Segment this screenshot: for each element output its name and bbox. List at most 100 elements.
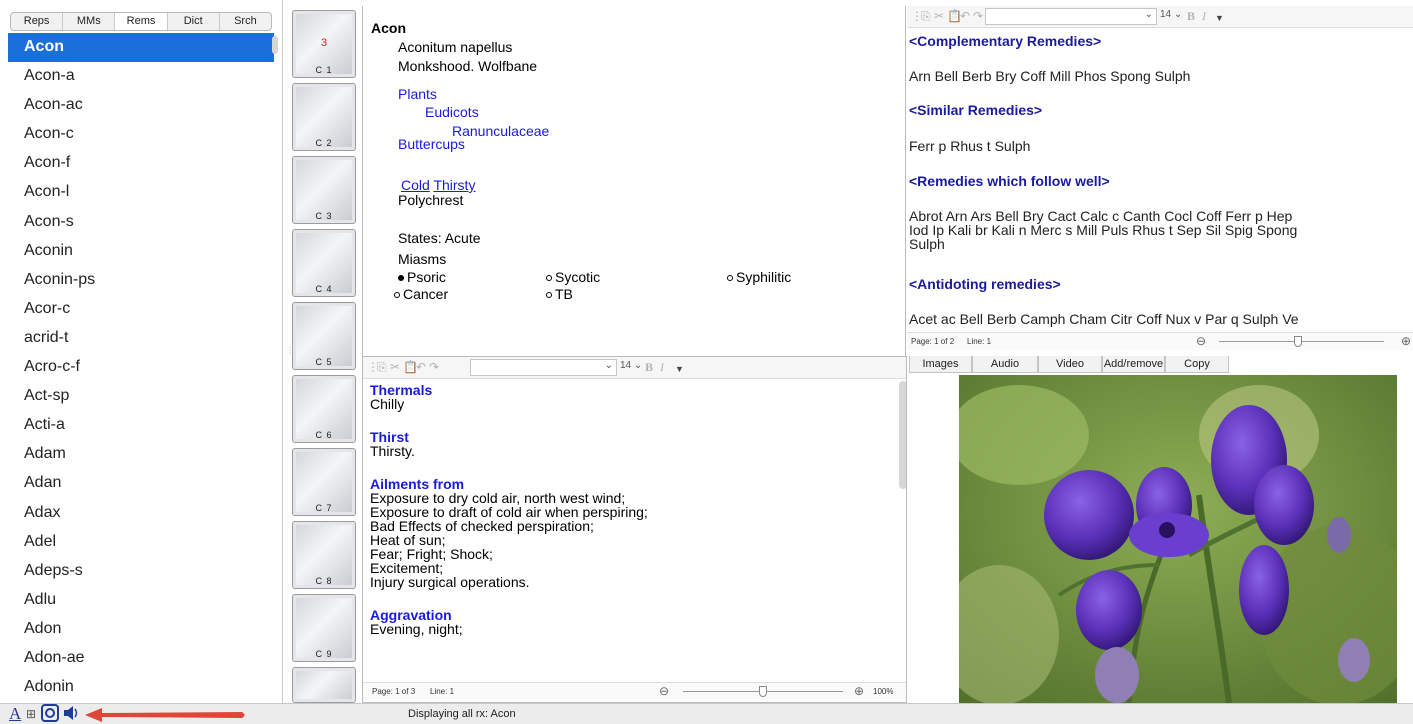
zoom-in-icon[interactable]: ⊕ bbox=[1401, 334, 1411, 348]
bold-button[interactable]: B bbox=[1187, 9, 1195, 24]
list-item[interactable]: Adon-ae bbox=[8, 644, 274, 673]
font-select[interactable]: ⌄ bbox=[985, 8, 1157, 25]
materia-medica-editor: ⋮ ⎘ ✂ 📋 ↶ ↷ ⌄ 14 ⌄ B I ▼ Thermals Chilly… bbox=[362, 356, 907, 703]
tab-mms[interactable]: MMs bbox=[63, 13, 116, 30]
undo-icon[interactable]: ↶ bbox=[416, 360, 426, 374]
zoom-in-icon[interactable]: ⊕ bbox=[854, 684, 864, 698]
column-button-c5[interactable]: C 5 bbox=[292, 302, 356, 370]
sidebar-scrollbar[interactable] bbox=[272, 36, 278, 54]
miasm-cancer[interactable]: Cancer bbox=[394, 286, 448, 302]
italic-button[interactable]: I bbox=[660, 360, 664, 375]
cut-icon[interactable]: ✂ bbox=[390, 360, 400, 374]
remedy-common-name: Monkshood. Wolfbane bbox=[398, 58, 538, 74]
list-item[interactable]: Adan bbox=[8, 469, 274, 498]
font-select[interactable]: ⌄ bbox=[470, 359, 617, 376]
zoom-out-icon[interactable]: ⊖ bbox=[1196, 334, 1206, 348]
remedy-list: Acon Acon-a Acon-ac Acon-c Acon-f Acon-l… bbox=[8, 33, 274, 703]
zoom-slider-thumb[interactable] bbox=[1294, 336, 1302, 347]
zoom-out-icon[interactable]: ⊖ bbox=[659, 684, 669, 698]
list-item[interactable]: Adam bbox=[8, 440, 274, 469]
target-icon[interactable] bbox=[41, 704, 59, 724]
text-line: Thirsty. bbox=[370, 443, 415, 459]
list-item[interactable]: Adeps-s bbox=[8, 557, 274, 586]
antidote-list: Acet ac Bell Berb Camph Cham Citr Coff N… bbox=[909, 311, 1299, 327]
relations-toolbar: ⋮ ⎘ ✂ 📋 ↶ ↷ ⌄ 14 ⌄ B I ▼ bbox=[907, 6, 1413, 28]
tab-copy[interactable]: Copy bbox=[1165, 356, 1229, 373]
list-item[interactable]: Aconin-ps bbox=[8, 266, 274, 295]
list-item[interactable]: Adel bbox=[8, 528, 274, 557]
italic-button[interactable]: I bbox=[1202, 9, 1206, 24]
list-item[interactable]: Acon-s bbox=[8, 208, 274, 237]
list-item[interactable]: Adlu bbox=[8, 586, 274, 615]
tab-srch[interactable]: Srch bbox=[220, 13, 271, 30]
column-button-c9[interactable]: C 9 bbox=[292, 594, 356, 662]
more-icon[interactable]: ▼ bbox=[1215, 13, 1224, 23]
miasm-label: Cancer bbox=[403, 286, 449, 302]
list-item[interactable]: Acon-a bbox=[8, 62, 274, 91]
list-item[interactable]: Aconin bbox=[8, 237, 274, 266]
tab-video[interactable]: Video bbox=[1038, 356, 1102, 373]
remedy-info-panel: Acon Aconitum napellus Monkshood. Wolfba… bbox=[362, 6, 906, 356]
column-button-c2[interactable]: C 2 bbox=[292, 83, 356, 151]
tab-audio[interactable]: Audio bbox=[972, 356, 1038, 373]
list-item[interactable]: Acor-c bbox=[8, 295, 274, 324]
list-item[interactable]: Adon bbox=[8, 615, 274, 644]
list-item[interactable]: Acon-ac bbox=[8, 91, 274, 120]
cut-icon[interactable]: ✂ bbox=[934, 9, 944, 23]
keyword-cold-link[interactable]: Cold bbox=[401, 177, 430, 193]
list-item[interactable]: Acro-c-f bbox=[8, 353, 274, 382]
tab-rems[interactable]: Rems bbox=[115, 13, 168, 30]
list-item[interactable]: Acti-a bbox=[8, 411, 274, 440]
tab-images[interactable]: Images bbox=[909, 356, 972, 373]
list-item[interactable]: acrid-t bbox=[8, 324, 274, 353]
list-item[interactable]: Adax bbox=[8, 499, 274, 528]
miasm-syphilitic[interactable]: Syphilitic bbox=[727, 269, 791, 285]
list-item[interactable]: Acon-l bbox=[8, 178, 274, 207]
follow-list: Iod Ip Kali br Kali n Merc s Mill Puls R… bbox=[909, 222, 1298, 238]
font-size-select[interactable]: 14 ⌄ bbox=[620, 360, 642, 371]
list-item[interactable]: Acon-f bbox=[8, 149, 274, 178]
zoom-slider-thumb[interactable] bbox=[759, 686, 767, 697]
copy-icon[interactable]: ⎘ bbox=[377, 360, 387, 375]
tree-icon[interactable]: ⊞ bbox=[26, 707, 36, 721]
keyword-thirsty-link[interactable]: Thirsty bbox=[433, 177, 475, 193]
bold-button[interactable]: B bbox=[645, 360, 653, 375]
tab-dict[interactable]: Dict bbox=[168, 13, 220, 30]
miasm-label: Sycotic bbox=[555, 269, 601, 285]
miasm-label: Syphilitic bbox=[736, 269, 792, 285]
column-button-c8[interactable]: C 8 bbox=[292, 521, 356, 589]
miasm-psoric[interactable]: Psoric bbox=[398, 269, 446, 285]
list-item[interactable]: Adonin bbox=[8, 673, 274, 702]
copy-icon[interactable]: ⎘ bbox=[921, 9, 931, 24]
column-button-c6[interactable]: C 6 bbox=[292, 375, 356, 443]
column-button-c4[interactable]: C 4 bbox=[292, 229, 356, 297]
tab-add-remove[interactable]: Add/remove bbox=[1102, 356, 1165, 373]
undo-icon[interactable]: ↶ bbox=[960, 9, 970, 23]
mm-text: Thermals Chilly Thirst Thirsty. Ailments… bbox=[370, 381, 895, 681]
text-line: Fear; Fright; Shock; bbox=[370, 546, 493, 562]
relations-statusbar: Page: 1 of 2 Line: 1 ⊖ ⊕ bbox=[907, 332, 1413, 350]
list-item[interactable]: Act-sp bbox=[8, 382, 274, 411]
font-size-select[interactable]: 14 ⌄ bbox=[1160, 9, 1182, 20]
text-line: Evening, night; bbox=[370, 621, 463, 637]
column-button-c3[interactable]: C 3 bbox=[292, 156, 356, 224]
redo-icon[interactable]: ↷ bbox=[973, 9, 983, 23]
more-icon[interactable]: ▼ bbox=[675, 364, 684, 374]
column-buttons: 3 C 1 C 2 C 3 C 4 C 5 C 6 C 7 C 8 C 9 bbox=[290, 6, 358, 703]
list-item[interactable]: Acon-c bbox=[8, 120, 274, 149]
font-icon[interactable]: A bbox=[9, 704, 21, 724]
miasm-tb[interactable]: TB bbox=[546, 286, 573, 302]
column-button-c1[interactable]: 3 C 1 bbox=[292, 10, 356, 78]
complementary-list: Arn Bell Berb Bry Coff Mill Phos Spong S… bbox=[909, 68, 1191, 84]
miasm-sycotic[interactable]: Sycotic bbox=[546, 269, 600, 285]
section-heading: <Antidoting remedies> bbox=[909, 276, 1061, 292]
page-indicator: Page: 1 of 2 bbox=[911, 337, 955, 346]
list-item[interactable]: Acon bbox=[8, 33, 274, 63]
text-line: Chilly bbox=[370, 396, 405, 412]
column-button-c7[interactable]: C 7 bbox=[292, 448, 356, 516]
mm-scrollbar[interactable] bbox=[899, 381, 906, 489]
speaker-icon[interactable] bbox=[62, 705, 80, 724]
redo-icon[interactable]: ↷ bbox=[429, 360, 439, 374]
column-button-c10[interactable] bbox=[292, 667, 356, 703]
tab-reps[interactable]: Reps bbox=[11, 13, 64, 30]
